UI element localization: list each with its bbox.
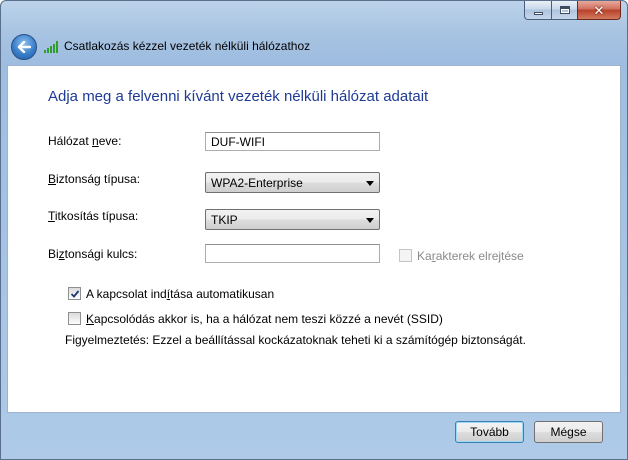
minimize-button[interactable]: [524, 1, 551, 20]
chevron-down-icon: [366, 181, 374, 186]
security-type-select[interactable]: WPA2-Enterprise: [205, 172, 380, 193]
maximize-button[interactable]: [551, 1, 577, 20]
security-warning: Figyelmeztetés: Ezzel a beállítással koc…: [65, 333, 526, 347]
navigation-bar: Csatlakozás kézzel vezeték nélküli hálóz…: [1, 27, 627, 65]
chevron-down-icon: [366, 218, 374, 223]
hide-characters-label: Karakterek elrejtése: [417, 249, 524, 263]
security-key-input[interactable]: [205, 244, 380, 263]
auto-start-checkbox[interactable]: [68, 287, 81, 300]
maximize-icon: [559, 6, 570, 14]
checkmark-icon: [70, 289, 79, 298]
dialog-window: ✕ Csatlakozás kézzel vezeték nélküli hál…: [0, 0, 628, 460]
content-panel: Adja meg a felvenni kívánt vezeték nélkü…: [7, 65, 621, 413]
close-icon: ✕: [593, 2, 605, 18]
network-name-label: Hálózat neve:: [48, 134, 122, 148]
encryption-type-select[interactable]: TKIP: [205, 209, 380, 230]
window-controls: ✕: [524, 1, 621, 20]
connect-hidden-checkbox[interactable]: [68, 312, 81, 325]
title-bar[interactable]: ✕: [1, 1, 627, 27]
network-name-input[interactable]: DUF-WIFI: [205, 132, 380, 151]
back-button[interactable]: [11, 34, 37, 60]
close-button[interactable]: ✕: [577, 1, 621, 20]
encryption-type-label: Titkosítás típusa:: [48, 209, 139, 223]
auto-start-label: A kapcsolat indítása automatikusan: [86, 287, 275, 301]
back-arrow-icon: [17, 41, 31, 53]
wireless-signal-icon: [44, 41, 58, 53]
security-type-label: Biztonság típusa:: [48, 172, 141, 186]
page-heading: Adja meg a felvenni kívánt vezeték nélkü…: [48, 88, 429, 105]
button-bar: Tovább Mégse: [1, 413, 627, 459]
connect-hidden-label: Kapcsolódás akkor is, ha a hálózat nem t…: [86, 312, 443, 326]
security-type-value: WPA2-Enterprise: [211, 176, 303, 190]
next-button[interactable]: Tovább: [455, 421, 524, 443]
security-key-label: Biztonsági kulcs:: [48, 247, 138, 261]
encryption-type-value: TKIP: [211, 213, 238, 227]
window-title: Csatlakozás kézzel vezeték nélküli hálóz…: [64, 39, 311, 53]
cancel-button[interactable]: Mégse: [534, 421, 603, 443]
hide-characters-checkbox[interactable]: [399, 249, 412, 262]
minimize-icon: [533, 11, 543, 15]
